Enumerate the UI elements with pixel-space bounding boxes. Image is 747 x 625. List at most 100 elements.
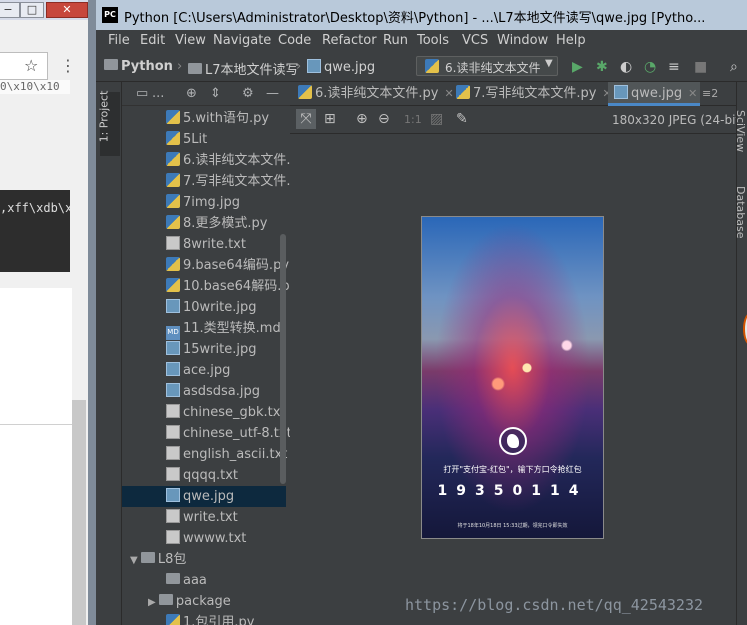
tree-file-item[interactable]: 15write.jpg bbox=[122, 339, 286, 360]
tree-item-label: 9.base64编码.py bbox=[183, 258, 290, 273]
maximize-icon[interactable]: □ bbox=[20, 2, 44, 18]
chevron-down-icon[interactable]: ▼ bbox=[130, 555, 141, 566]
tree-file-item[interactable]: MD 11.类型转换.md bbox=[122, 318, 286, 340]
stop-icon[interactable]: ■ bbox=[694, 59, 707, 75]
actual-size-button[interactable]: 1:1 bbox=[404, 113, 422, 126]
watermark: https://blog.csdn.net/qq_42543232 bbox=[405, 596, 704, 614]
tree-file-item[interactable]: 9.base64编码.py bbox=[122, 255, 290, 276]
menu-edit[interactable]: Edit bbox=[140, 33, 165, 48]
fit-zoom-icon[interactable]: ⤧ bbox=[296, 109, 316, 129]
tree-file-item[interactable]: 5.with语句.py bbox=[122, 108, 286, 129]
background-titlebar: − □ ✕ bbox=[0, 0, 90, 20]
chevron-down-icon: ▼ bbox=[545, 58, 553, 69]
profile-icon[interactable]: ◔ bbox=[644, 59, 656, 75]
tree-file-item[interactable]: qwe.jpg bbox=[122, 486, 286, 507]
menu-file[interactable]: File bbox=[108, 33, 130, 48]
tree-file-item[interactable]: chinese_gbk.txt bbox=[122, 402, 286, 423]
tree-folder-l8[interactable]: ▼ L8包 bbox=[122, 549, 186, 570]
scroll-from-source-icon[interactable]: ⊕ bbox=[186, 86, 197, 101]
database-tool-label[interactable]: Database bbox=[734, 186, 747, 239]
tree-item-label: qqqq.txt bbox=[183, 468, 239, 483]
minimize-icon[interactable]: − bbox=[0, 2, 20, 18]
menu-window[interactable]: Window bbox=[497, 33, 548, 48]
background-scrollbar[interactable] bbox=[72, 400, 86, 625]
tree-file-item[interactable]: ace.jpg bbox=[122, 360, 286, 381]
image-toolbar: ⤧ ⊞ ⊕ ⊖ 1:1 ▨ ✎ 180x320 JPEG (24-bit col… bbox=[290, 106, 747, 134]
tree-folder-aaa[interactable]: aaa bbox=[122, 570, 207, 591]
tree-item-label: 5.with语句.py bbox=[183, 111, 270, 126]
tab-qwe-jpg[interactable]: qwe.jpg ✕ bbox=[608, 82, 700, 106]
folder-icon bbox=[140, 552, 155, 563]
hide-panel-icon[interactable]: — bbox=[266, 86, 279, 101]
zoom-in-icon[interactable]: ⊕ bbox=[356, 111, 368, 127]
text-file-icon bbox=[166, 446, 180, 460]
project-view-dropdown[interactable]: ... bbox=[152, 86, 164, 101]
tree-file-item[interactable]: 7img.jpg bbox=[122, 192, 286, 213]
ide-titlebar[interactable]: PC Python [C:\Users\Administrator\Deskto… bbox=[96, 0, 747, 30]
python-file-icon bbox=[166, 278, 180, 292]
tree-file-item[interactable]: write.txt bbox=[122, 507, 286, 528]
background-icon[interactable]: ▨ bbox=[430, 111, 443, 127]
tree-item-label: wwww.txt bbox=[183, 531, 247, 546]
grid-icon[interactable]: ⊞ bbox=[324, 111, 336, 127]
image-file-icon bbox=[307, 59, 321, 73]
tree-item-label: aaa bbox=[183, 573, 207, 588]
tab-7-write-binary[interactable]: 7.写非纯文本文件.py✕ bbox=[452, 82, 612, 106]
concurrency-icon[interactable]: ≡ bbox=[668, 59, 680, 75]
chevron-right-icon[interactable]: ▶ bbox=[148, 597, 159, 608]
python-file-icon bbox=[298, 85, 312, 99]
menu-code[interactable]: Code bbox=[278, 33, 311, 48]
collapse-all-icon[interactable]: ⇕ bbox=[210, 86, 221, 101]
bookmark-star-icon[interactable]: ☆ bbox=[24, 56, 38, 75]
run-icon[interactable]: ▶ bbox=[572, 59, 583, 75]
tree-item-label: 10write.jpg bbox=[183, 300, 257, 315]
text-file-icon bbox=[166, 530, 180, 544]
menu-navigate[interactable]: Navigate bbox=[213, 33, 271, 48]
python-file-icon bbox=[166, 194, 180, 208]
right-tool-strip bbox=[736, 82, 747, 625]
preview-code: 19350114 bbox=[437, 483, 588, 499]
run-configuration-select[interactable]: 6.读非纯文本文件 ▼ bbox=[416, 56, 558, 76]
tree-item-label: 7img.jpg bbox=[183, 195, 241, 210]
tree-file-item[interactable]: asdsdsa.jpg bbox=[122, 381, 286, 402]
menu-tools[interactable]: Tools bbox=[417, 33, 449, 48]
zoom-out-icon[interactable]: ⊖ bbox=[378, 111, 390, 127]
more-menu-icon[interactable]: ⋮ bbox=[60, 56, 76, 75]
folder-icon bbox=[158, 594, 173, 605]
tree-file-item[interactable]: 6.读非纯文本文件.p bbox=[122, 150, 299, 171]
breadcrumb-file[interactable]: qwe.jpg bbox=[307, 59, 375, 75]
tree-file-item[interactable]: english_ascii.txt bbox=[122, 444, 287, 465]
debug-icon[interactable]: ✱ bbox=[596, 59, 608, 75]
menu-run[interactable]: Run bbox=[383, 33, 408, 48]
tree-folder-package[interactable]: ▶ package bbox=[122, 591, 231, 612]
project-view-icon[interactable]: ▭ bbox=[136, 86, 148, 101]
coverage-icon[interactable]: ◐ bbox=[620, 59, 632, 75]
tree-file-item[interactable]: 10write.jpg bbox=[122, 297, 286, 318]
tree-item-label: write.txt bbox=[183, 510, 238, 525]
sciview-tool-label[interactable]: SciView bbox=[734, 110, 747, 152]
menu-refactor[interactable]: Refactor bbox=[322, 33, 377, 48]
tab-6-read-binary[interactable]: 6.读非纯文本文件.py ✕ bbox=[294, 82, 454, 106]
menu-vcs[interactable]: VCS bbox=[462, 33, 488, 48]
tree-file-item[interactable]: 1.包引用.py bbox=[122, 612, 254, 625]
close-icon[interactable]: ✕ bbox=[46, 2, 88, 18]
tree-file-item[interactable]: wwww.txt bbox=[122, 528, 286, 549]
gear-icon[interactable]: ⚙ bbox=[242, 86, 254, 101]
tree-file-item[interactable]: chinese_utf-8.txt bbox=[122, 423, 292, 444]
close-icon[interactable]: ✕ bbox=[688, 87, 697, 100]
tree-file-item[interactable]: qqqq.txt bbox=[122, 465, 286, 486]
tree-file-item[interactable]: 8write.txt bbox=[122, 234, 286, 255]
menu-view[interactable]: View bbox=[175, 33, 206, 48]
folder-icon bbox=[166, 573, 180, 584]
menu-help[interactable]: Help bbox=[556, 33, 586, 48]
color-picker-icon[interactable]: ✎ bbox=[456, 111, 468, 127]
breadcrumb-project[interactable]: Python bbox=[104, 59, 173, 74]
tree-file-item[interactable]: 5Lit bbox=[122, 129, 286, 150]
project-scrollbar[interactable] bbox=[280, 234, 286, 484]
folder-icon bbox=[188, 63, 202, 74]
tree-file-item[interactable]: 7.写非纯文本文件.p bbox=[122, 171, 299, 192]
search-icon[interactable]: ⌕ bbox=[730, 59, 738, 75]
tree-file-item[interactable]: 8.更多模式.py bbox=[122, 213, 286, 234]
tree-file-item[interactable]: 10.base64解码.py bbox=[122, 276, 297, 297]
breadcrumb-folder[interactable]: L7本地文件读写 bbox=[188, 59, 299, 78]
